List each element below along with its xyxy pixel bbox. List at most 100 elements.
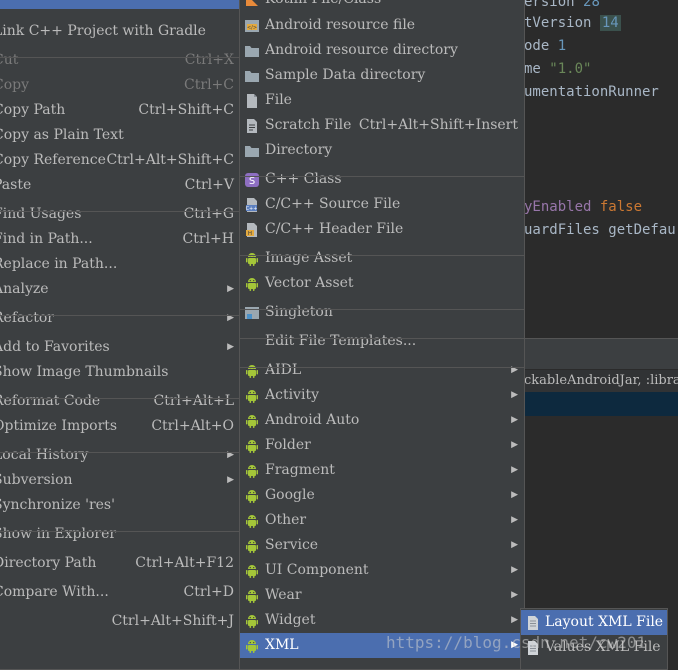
main-menu-item-local-history[interactable]: Local History ▶ [0, 443, 240, 468]
code-line: me "1.0" [524, 61, 592, 77]
menu-item-label: C/C++ Header File [265, 220, 404, 237]
xml-menu-item-values-xml-file[interactable]: Values XML File [521, 635, 667, 660]
new-menu-item-vector-asset[interactable]: Vector Asset [240, 271, 524, 296]
new-menu-item-google[interactable]: Google ▶ [240, 483, 524, 508]
shortcut-text: Ctrl+V [184, 176, 234, 193]
menu-separator [0, 398, 240, 399]
main-menu-item-new[interactable]: New ▶ [0, 0, 240, 9]
android-icon [244, 276, 260, 292]
main-menu-item-add-to-favorites[interactable]: Add to Favorites ▶ [0, 335, 240, 360]
main-menu-item-blank[interactable]: Ctrl+Alt+Shift+J [0, 609, 240, 634]
menu-item-label: Directory Path [0, 554, 97, 571]
main-menu-item-find-usages[interactable]: Find Usages Ctrl+G [0, 202, 240, 227]
shortcut-text: Ctrl+Alt+F12 [135, 554, 234, 571]
menu-item-label: Compare With... [0, 583, 109, 600]
menu-separator [0, 57, 240, 58]
main-menu-item-show-in-explorer[interactable]: Show in Explorer [0, 522, 240, 547]
new-menu-item-singleton[interactable]: Singleton [240, 300, 524, 325]
main-menu-item-cut[interactable]: Cut Ctrl+X [0, 48, 240, 73]
new-menu-item-aidl[interactable]: AIDL ▶ [240, 358, 524, 383]
new-menu-item-fragment[interactable]: Fragment ▶ [240, 458, 524, 483]
submenu-arrow-icon: ▶ [511, 589, 518, 600]
submenu-arrow-icon: ▶ [511, 489, 518, 500]
android-icon [244, 413, 260, 429]
main-menu-item-copy[interactable]: Copy Ctrl+C [0, 73, 240, 98]
menu-item-label: Directory [265, 141, 333, 158]
new-menu-item-xml[interactable]: XML ▶ [240, 632, 524, 658]
shortcut-text: Ctrl+Alt+Shift+C [106, 151, 234, 168]
new-menu-item-other[interactable]: Other ▶ [240, 508, 524, 533]
submenu-arrow-icon: ▶ [227, 312, 234, 323]
build-panel-header [524, 339, 678, 369]
new-menu-item-edit-file-templates[interactable]: Edit File Templates... [240, 329, 524, 354]
menu-item-label: Activity [265, 386, 319, 403]
new-menu-item-android-auto[interactable]: Android Auto ▶ [240, 408, 524, 433]
new-menu-item-wear[interactable]: Wear ▶ [240, 583, 524, 608]
new-menu-item-directory[interactable]: Directory [240, 138, 524, 163]
new-menu-item-android-resource-directory[interactable]: Android resource directory [240, 38, 524, 63]
menu-item-label: Add to Favorites [0, 338, 110, 355]
shortcut-text: Ctrl+Alt+Shift+Insert [358, 116, 518, 133]
svg-text:S: S [249, 176, 255, 187]
menu-item-label: Values XML File [545, 638, 661, 655]
code-line: ode 1 [524, 38, 567, 54]
main-menu-item-replace-in-path[interactable]: Replace in Path... [0, 252, 240, 277]
shortcut-text: Ctrl+Alt+O [151, 417, 234, 434]
menu-item-label: Link C++ Project with Gradle [0, 22, 206, 39]
folder-icon [244, 143, 260, 159]
code-editor[interactable]: ersion 28 tVersion 14 ode 1 me "1.0" ume… [524, 0, 678, 338]
new-menu-item-image-asset[interactable]: Image Asset [240, 246, 524, 271]
cpp-source-icon: C++ [244, 197, 260, 213]
submenu-arrow-icon: ▶ [511, 639, 518, 650]
menu-item-label: Show Image Thumbnails [0, 363, 169, 380]
menu-item-label: Copy Reference [0, 151, 106, 168]
main-menu-item-paste[interactable]: Paste Ctrl+V [0, 173, 240, 198]
menu-separator [0, 452, 240, 453]
new-menu-item-ui-component[interactable]: UI Component ▶ [240, 558, 524, 583]
android-icon [244, 638, 260, 654]
main-menu-item-blank[interactable] [0, 634, 240, 659]
new-menu-item-service[interactable]: Service ▶ [240, 533, 524, 558]
submenu-arrow-icon: ▶ [227, 0, 234, 9]
menu-item-label: Android resource directory [265, 41, 458, 58]
code-line: uardFiles getDefau [524, 222, 676, 238]
main-menu-item-analyze[interactable]: Analyze ▶ [0, 277, 240, 302]
scratch-file-icon [244, 118, 260, 134]
new-menu-item-android-resource-file[interactable]: </> Android resource file [240, 13, 524, 38]
new-menu-item-file[interactable]: File [240, 88, 524, 113]
new-menu-item-activity[interactable]: Activity ▶ [240, 383, 524, 408]
main-menu-item-reformat-code[interactable]: Reformat Code Ctrl+Alt+L [0, 389, 240, 414]
main-menu-item-synchronize-res[interactable]: Synchronize 'res' [0, 493, 240, 518]
submenu-arrow-icon: ▶ [227, 341, 234, 352]
main-menu-item-show-image-thumbnails[interactable]: Show Image Thumbnails [0, 360, 240, 385]
cpp-class-icon: S [244, 172, 260, 188]
new-menu-item-c-c-header-file[interactable]: H C/C++ Header File [240, 217, 524, 242]
main-menu-item-directory-path[interactable]: Directory Path Ctrl+Alt+F12 [0, 551, 240, 576]
menu-item-label: Edit File Templates... [265, 332, 417, 349]
menu-item-label: Cut [0, 51, 19, 68]
main-menu-item-compare-with[interactable]: Compare With... Ctrl+D [0, 580, 240, 605]
new-menu-item-widget[interactable]: Widget ▶ [240, 608, 524, 633]
menu-item-label: Copy [0, 76, 30, 93]
menu-item-label: Singleton [265, 303, 333, 320]
main-menu-item-copy-path[interactable]: Copy Path Ctrl+Shift+C [0, 98, 240, 123]
build-selected-row[interactable] [524, 392, 678, 416]
shortcut-text: Ctrl+Alt+Shift+J [111, 612, 234, 629]
menu-item-label: Optimize Imports [0, 417, 118, 434]
new-menu-item-scratch-file[interactable]: Scratch File Ctrl+Alt+Shift+Insert [240, 113, 524, 138]
main-menu-item-link-c-project-with-gradle[interactable]: Link C++ Project with Gradle [0, 19, 240, 44]
submenu-arrow-icon: ▶ [511, 614, 518, 625]
new-menu-item-c-c-source-file[interactable]: C++ C/C++ Source File [240, 192, 524, 217]
main-menu-item-copy-as-plain-text[interactable]: Copy as Plain Text [0, 123, 240, 148]
new-menu-item-kotlin-file-class[interactable]: Kotlin File/Class [240, 0, 524, 12]
new-menu-item-c-class[interactable]: S C++ Class [240, 167, 524, 192]
main-menu-item-optimize-imports[interactable]: Optimize Imports Ctrl+Alt+O [0, 414, 240, 439]
new-menu-item-sample-data-directory[interactable]: Sample Data directory [240, 63, 524, 88]
main-menu-item-find-in-path[interactable]: Find in Path... Ctrl+H [0, 227, 240, 252]
main-menu-item-refactor[interactable]: Refactor ▶ [0, 306, 240, 331]
new-menu-item-folder[interactable]: Folder ▶ [240, 433, 524, 458]
main-menu-item-subversion[interactable]: Subversion ▶ [0, 468, 240, 493]
xml-menu-item-layout-xml-file[interactable]: Layout XML File [521, 609, 667, 635]
main-menu-item-copy-reference[interactable]: Copy Reference Ctrl+Alt+Shift+C [0, 148, 240, 173]
singleton-icon [244, 305, 260, 321]
